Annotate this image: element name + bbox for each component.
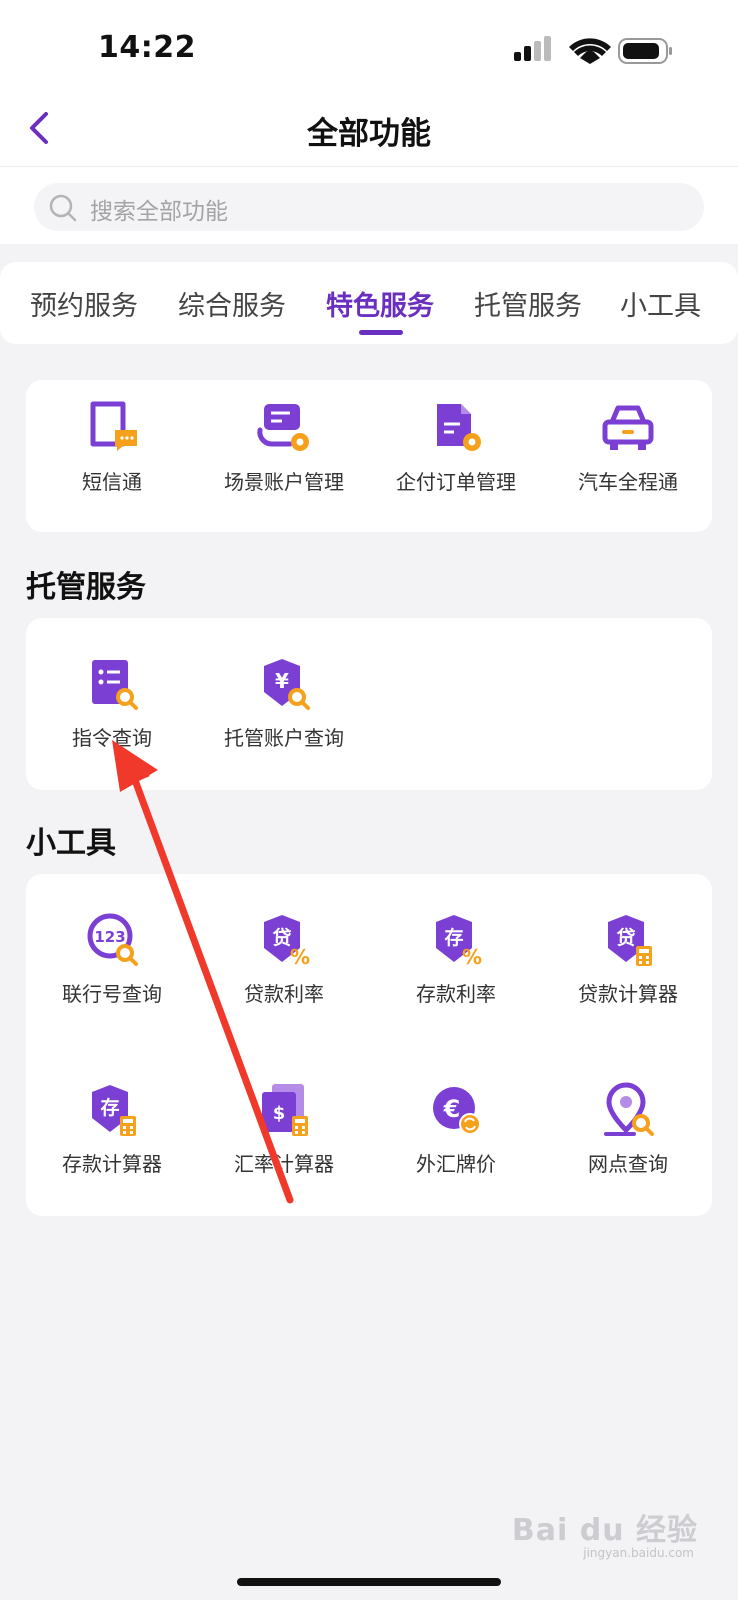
svg-text:%: % <box>462 945 482 968</box>
status-time: 14:22 <box>98 30 196 65</box>
svg-text:%: % <box>290 945 310 968</box>
tools-card: 123 联行号查询 贷 % 贷款利率 存 % 存款利率 贷 贷款计算器 存 存款… <box>26 874 712 1216</box>
search-icon <box>49 194 77 222</box>
tool-item-label: 贷款利率 <box>244 982 324 1006</box>
bank-number-search-icon: 123 <box>87 913 138 966</box>
tab-appointment-service[interactable]: 预约服务 <box>30 284 138 323</box>
tab-custody-service[interactable]: 托管服务 <box>474 284 582 323</box>
custody-services-card: 指令查询 ¥ 托管账户查询 <box>26 618 712 790</box>
page-title: 全部功能 <box>307 116 431 152</box>
tool-item-label: 汇率计算器 <box>234 1152 334 1176</box>
svg-text:贷: 贷 <box>616 926 635 949</box>
tool-item-label: 外汇牌价 <box>416 1152 496 1176</box>
featured-item-label: 企付订单管理 <box>396 470 516 494</box>
svg-text:123: 123 <box>94 928 125 946</box>
scene-account-settings-icon <box>257 404 309 451</box>
loan-calculator-icon: 贷 <box>608 915 652 966</box>
forex-quote-icon: € <box>433 1087 481 1135</box>
featured-item-label: 场景账户管理 <box>224 470 344 494</box>
svg-text:存: 存 <box>444 926 463 949</box>
svg-text:$: $ <box>273 1103 286 1124</box>
tool-item-label: 网点查询 <box>588 1152 668 1176</box>
loan-rate-icon: 贷 % <box>264 915 310 968</box>
deposit-rate-icon: 存 % <box>436 915 482 968</box>
car-icon <box>602 405 654 450</box>
cellular-signal-icon <box>514 36 551 61</box>
sms-document-icon <box>90 401 137 451</box>
instruction-search-icon <box>92 660 138 710</box>
status-bar: 14:22 <box>0 0 738 90</box>
status-icons <box>514 36 672 64</box>
exchange-rate-calculator-icon: $ <box>262 1084 308 1136</box>
featured-services-card: 短信通 场景账户管理 企付订单管理 汽车全程通 <box>26 380 712 532</box>
wifi-icon <box>569 38 611 64</box>
svg-text:€: € <box>443 1095 461 1123</box>
tab-featured-service[interactable]: 特色服务 <box>326 284 434 323</box>
tab-tools[interactable]: 小工具 <box>620 284 701 323</box>
section-title-custody: 托管服务 <box>26 570 146 605</box>
svg-text:贷: 贷 <box>272 926 291 949</box>
search-placeholder: 搜索全部功能 <box>90 199 228 225</box>
tool-item-label: 贷款计算器 <box>578 982 678 1006</box>
search-input[interactable]: 搜索全部功能 <box>34 183 704 231</box>
battery-icon <box>618 38 672 64</box>
home-indicator[interactable] <box>237 1578 501 1586</box>
svg-text:存: 存 <box>100 1096 119 1119</box>
custody-item-label: 指令查询 <box>72 726 152 750</box>
section-title-tools: 小工具 <box>26 826 116 861</box>
svg-text:¥: ¥ <box>275 669 289 693</box>
custody-account-search-icon: ¥ <box>264 659 310 710</box>
tab-general-service[interactable]: 综合服务 <box>178 284 286 323</box>
nav-bar: 全部功能 <box>0 90 738 167</box>
tool-item-label: 联行号查询 <box>62 982 162 1006</box>
watermark-url: jingyan.baidu.com <box>583 1546 694 1560</box>
branch-location-search-icon <box>604 1082 654 1136</box>
watermark-logo: Bai du 经验 <box>511 1513 698 1548</box>
category-tab-bar: 预约服务 综合服务 特色服务 托管服务 小工具 <box>0 262 738 344</box>
featured-item-label: 汽车全程通 <box>578 470 678 494</box>
featured-item-label: 短信通 <box>82 470 142 494</box>
deposit-calculator-icon: 存 <box>92 1085 136 1136</box>
tool-item-label: 存款利率 <box>416 982 496 1006</box>
custody-item-label: 托管账户查询 <box>224 726 344 750</box>
active-tab-indicator <box>359 330 403 335</box>
tool-item-label: 存款计算器 <box>62 1152 162 1176</box>
order-document-settings-icon <box>437 404 481 451</box>
